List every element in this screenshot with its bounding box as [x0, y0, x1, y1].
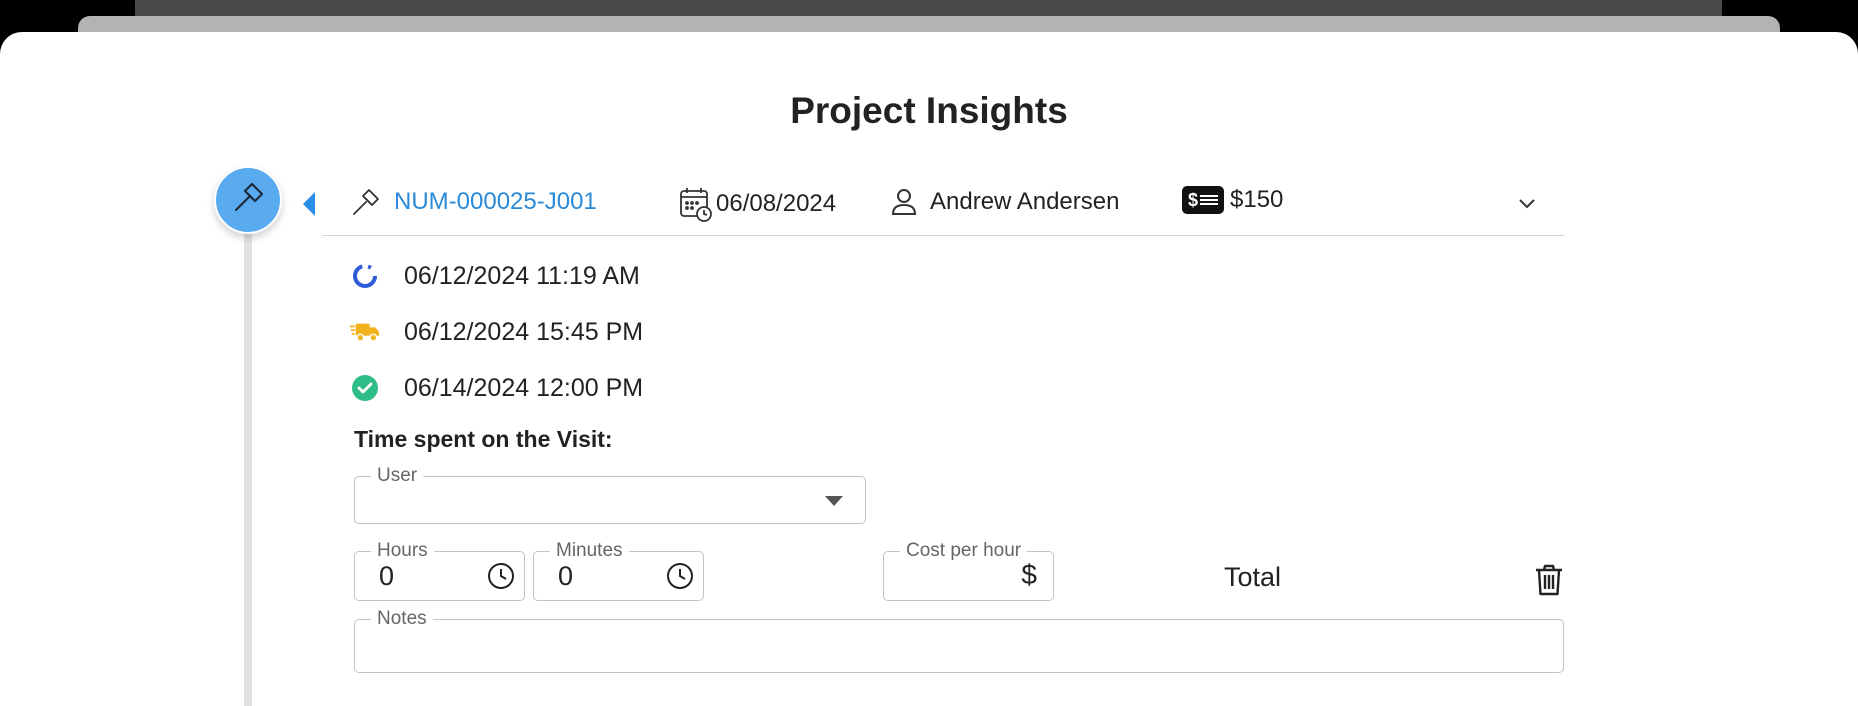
cost-per-hour-field[interactable]: Cost per hour $: [883, 540, 1054, 601]
status-row-started: 06/12/2024 11:19 AM: [350, 261, 640, 291]
cost-per-hour-label: Cost per hour: [900, 540, 1028, 562]
visit-date: 06/08/2024: [716, 190, 837, 217]
delivery-truck-icon: [350, 317, 380, 347]
hours-label: Hours: [371, 540, 434, 562]
clock-icon[interactable]: [665, 561, 695, 591]
minutes-value[interactable]: 0: [558, 561, 573, 592]
modal-sheet: [0, 32, 1858, 706]
page-title: Project Insights: [790, 90, 1068, 131]
visit-header: NUM-000025-J001 06/08/2024 Andrew Anders: [322, 172, 1564, 236]
cost-item: $ $150: [1182, 186, 1283, 214]
assignee-name: Andrew Andersen: [930, 188, 1120, 215]
assignee-item: Andrew Andersen: [888, 186, 1119, 218]
trash-icon[interactable]: [1533, 563, 1565, 602]
timeline-node: [214, 166, 282, 234]
user-label: User: [371, 465, 424, 487]
minutes-field[interactable]: Minutes 0: [533, 540, 704, 601]
job-item: NUM-000025-J001: [350, 186, 597, 218]
clock-icon[interactable]: [486, 561, 516, 591]
minutes-label: Minutes: [550, 540, 629, 562]
visit-cost: $150: [1230, 186, 1284, 213]
notes-field[interactable]: Notes: [354, 608, 1564, 673]
dollar-sign: $: [1021, 559, 1037, 590]
status-row-completed: 06/14/2024 12:00 PM: [350, 373, 643, 403]
progress-circle-icon: [350, 261, 380, 291]
status-text: 06/14/2024 12:00 PM: [404, 373, 644, 402]
hours-field[interactable]: Hours 0: [354, 540, 525, 601]
date-item: 06/08/2024: [678, 186, 836, 222]
status-text: 06/12/2024 15:45 PM: [404, 317, 644, 346]
job-number-link[interactable]: NUM-000025-J001: [394, 188, 597, 216]
hammer-icon: [230, 180, 266, 221]
notes-label: Notes: [371, 608, 433, 630]
collapse-caret-icon[interactable]: [303, 192, 315, 216]
hammer-outline-icon: [350, 186, 382, 218]
person-icon: [888, 186, 920, 218]
calendar-clock-icon: [678, 186, 714, 222]
chevron-down-icon[interactable]: [1516, 192, 1538, 219]
cost-icon: $: [1182, 186, 1224, 214]
status-text: 06/12/2024 11:19 AM: [404, 261, 640, 290]
hours-value[interactable]: 0: [379, 561, 394, 592]
user-select[interactable]: User: [354, 465, 866, 524]
timeline-line: [244, 230, 252, 706]
total-label: Total: [1224, 562, 1282, 592]
time-spent-heading: Time spent on the Visit:: [354, 426, 613, 452]
check-circle-icon: [350, 373, 380, 403]
dropdown-arrow-icon[interactable]: [825, 496, 843, 506]
status-row-dispatched: 06/12/2024 15:45 PM: [350, 317, 643, 347]
